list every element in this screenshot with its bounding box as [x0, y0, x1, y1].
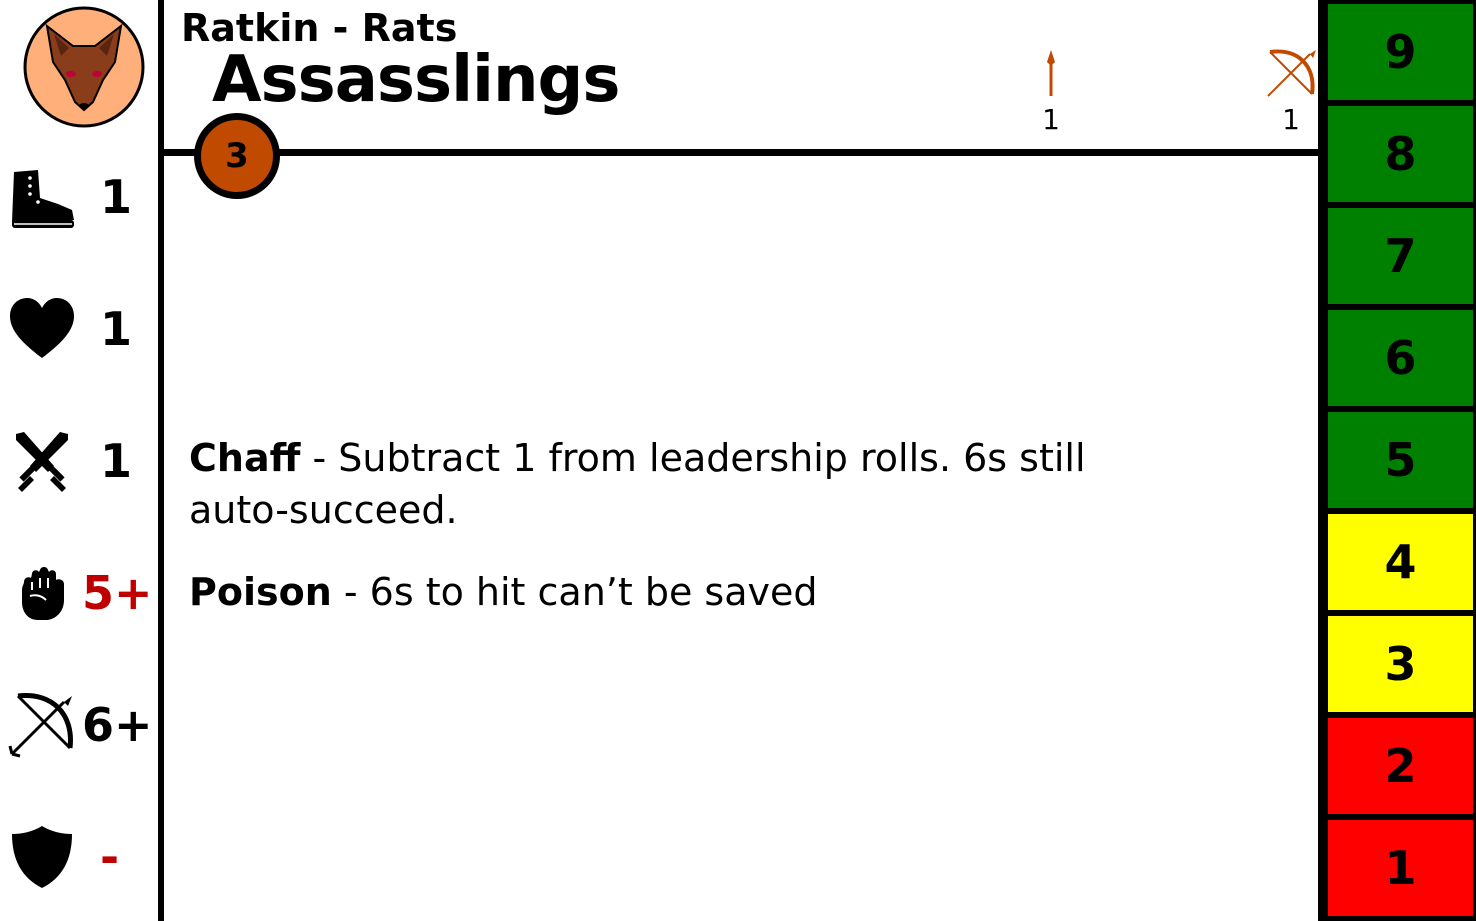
bow-icon: [8, 693, 73, 758]
rule-text: - 6s to hit can’t be saved: [331, 570, 818, 614]
rule-name: Poison: [189, 570, 332, 614]
attacks-value: 1: [100, 434, 133, 488]
heart-icon: [10, 298, 74, 358]
rule-text: - Subtract 1 from leadership rolls. 6s s…: [189, 436, 1086, 532]
cost-badge: 3: [194, 113, 280, 199]
tracker-cell-2[interactable]: 2: [1328, 718, 1473, 814]
weapon-bow: 1: [1256, 46, 1326, 142]
rat-head-icon: [23, 6, 145, 128]
rule-chaff: Chaff - Subtract 1 from leadership rolls…: [189, 432, 1189, 536]
column-divider: [158, 0, 164, 921]
header-divider: [164, 149, 1322, 156]
boot-icon: [12, 170, 74, 228]
tracker-cell-1[interactable]: 1: [1328, 820, 1473, 916]
tracker-cell-9[interactable]: 9: [1328, 4, 1473, 100]
weapon-spear-count: 1: [1042, 103, 1060, 136]
stat-column: 1 1 1 5+ 6+ -: [0, 0, 158, 921]
leadership-tracker: 9 8 7 6 5 4 3 2 1: [1318, 0, 1476, 921]
tracker-cell-4[interactable]: 4: [1328, 514, 1473, 610]
rule-name: Chaff: [189, 436, 301, 480]
stat-ranged: 6+: [0, 680, 158, 770]
weapon-spear: 1: [1016, 46, 1086, 142]
stat-attacks: 1: [0, 416, 158, 506]
unit-name: Assasslings: [212, 43, 620, 117]
stat-melee: 5+: [0, 548, 158, 638]
melee-value: 5+: [82, 566, 153, 620]
stat-movement: 1: [0, 152, 158, 242]
crossed-swords-icon: [16, 432, 68, 492]
stat-armour: -: [0, 812, 158, 902]
tracker-cell-3[interactable]: 3: [1328, 616, 1473, 712]
bow-icon: [1267, 49, 1316, 97]
movement-value: 1: [100, 170, 133, 224]
cost-value: 3: [225, 136, 249, 176]
ranged-value: 6+: [82, 698, 153, 752]
stat-wounds: 1: [0, 284, 158, 374]
rule-poison: Poison - 6s to hit can’t be saved: [189, 566, 1189, 618]
weapon-bow-count: 1: [1282, 103, 1300, 136]
fist-icon: [22, 567, 64, 620]
spear-icon: [1047, 50, 1055, 96]
shield-icon: [12, 826, 72, 888]
tracker-cell-8[interactable]: 8: [1328, 106, 1473, 202]
special-rules: Chaff - Subtract 1 from leadership rolls…: [189, 432, 1189, 648]
armour-value: -: [100, 830, 120, 884]
tracker-cell-6[interactable]: 6: [1328, 310, 1473, 406]
tracker-cell-7[interactable]: 7: [1328, 208, 1473, 304]
wounds-value: 1: [100, 302, 133, 356]
tracker-cell-5[interactable]: 5: [1328, 412, 1473, 508]
